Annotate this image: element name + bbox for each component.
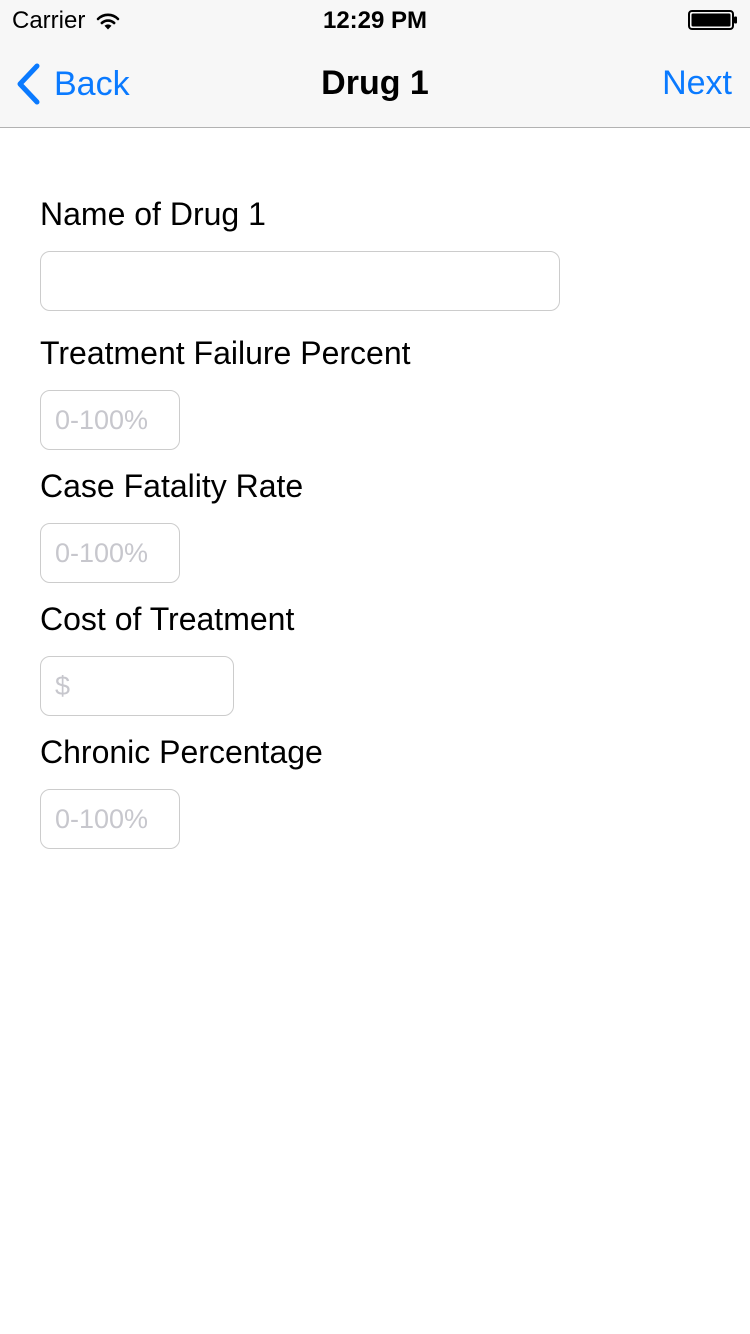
drug-name-field[interactable] — [40, 251, 560, 311]
cost-label: Cost of Treatment — [40, 601, 295, 637]
case-fatality-field[interactable] — [40, 523, 180, 583]
page-title: Drug 1 — [321, 64, 429, 102]
treatment-failure-label: Treatment Failure Percent — [40, 335, 411, 371]
drug-name-label: Name of Drug 1 — [40, 196, 266, 232]
cost-field[interactable] — [40, 656, 234, 716]
treatment-failure-field[interactable] — [40, 390, 180, 450]
battery-icon — [688, 10, 737, 30]
navigation-bar: Back Drug 1 Next — [0, 40, 750, 128]
case-fatality-label: Case Fatality Rate — [40, 468, 304, 504]
next-button[interactable]: Next — [662, 64, 732, 103]
chronic-field[interactable] — [40, 789, 180, 849]
status-time: 12:29 PM — [322, 7, 428, 34]
chronic-label: Chronic Percentage — [40, 734, 323, 770]
status-bar: Carrier 12:29 PM — [0, 0, 750, 40]
